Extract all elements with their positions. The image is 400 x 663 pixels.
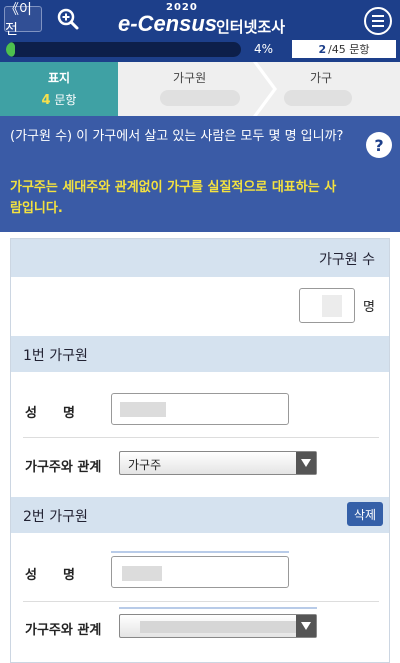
member-2-relation-label: 가구주와 관계 [25,623,102,638]
member-2-name-input[interactable] [111,556,289,588]
zoom-in-icon[interactable] [56,7,80,31]
progress-bar [6,42,241,57]
progress-percent: 4% [254,42,274,56]
member-count-unit: 명 [363,300,375,315]
step-household-count [284,90,352,106]
member-2-name-label: 성 명 [25,568,75,583]
menu-icon[interactable] [364,7,392,35]
member-count-input[interactable] [299,288,355,323]
member-2-relation-select[interactable] [119,614,317,638]
member-1-header: 1번 가구원 [11,336,389,372]
question-counter: 2 /45 문항 [292,40,396,58]
step-cover[interactable]: 표지 4 문항 [0,62,118,116]
focus-highlight [119,607,317,609]
current-question-number: 2 [318,42,327,56]
question-panel: (가구원 수) 이 가구에서 살고 있는 사람은 모두 몇 명 입니까? 가구주… [0,116,400,232]
question-text: (가구원 수) 이 가구에서 살고 있는 사람은 모두 몇 명 입니까? [10,129,344,144]
member-1-name-input[interactable] [111,393,289,425]
step-separator [253,62,277,116]
divider [23,601,379,602]
back-button[interactable]: 《이전 [4,2,42,38]
member-1-relation-select[interactable]: 가구주 [119,451,317,475]
member-form: 가구원 수 명 1번 가구원 성 명 가구주와 관계 가구주 2번 가구원 삭제… [10,238,390,663]
chevron-down-icon [296,452,316,474]
member-2-header: 2번 가구원 삭제 [11,497,389,533]
step-cover-count: 4 문항 [41,93,77,108]
logo-subtitle: 인터넷조사 [216,18,286,36]
top-header: 《이전 2020 e-Census 인터넷조사 4% 2 /45 문항 [0,0,400,62]
chevron-down-icon [296,615,316,637]
section-steps: 표지 4 문항 가구원 가구 [0,62,400,116]
progress-fill [6,42,16,57]
step-members-count [160,90,240,106]
member-count-header: 가구원 수 [11,239,389,277]
total-questions: /45 문항 [328,43,370,56]
delete-member-button[interactable]: 삭제 [347,502,383,526]
question-hint: 가구주는 세대주와 관계없이 가구를 실질적으로 대표하는 사람입니다. [10,180,337,216]
divider [23,437,379,438]
member-1-name-label: 성 명 [25,406,75,421]
step-cover-title: 표지 [47,71,71,85]
e-census-logo: 2020 e-Census 인터넷조사 [118,2,298,36]
member-2-title: 2번 가구원 [23,509,88,525]
help-button[interactable]: ? [366,132,392,158]
member-1-relation-label: 가구주와 관계 [25,460,102,475]
step-members-label[interactable]: 가구원 [173,69,206,86]
step-household-label[interactable]: 가구 [310,69,332,86]
focus-highlight [111,551,289,553]
member-1-title: 1번 가구원 [23,348,88,364]
logo-brand: e-Census [118,11,218,36]
